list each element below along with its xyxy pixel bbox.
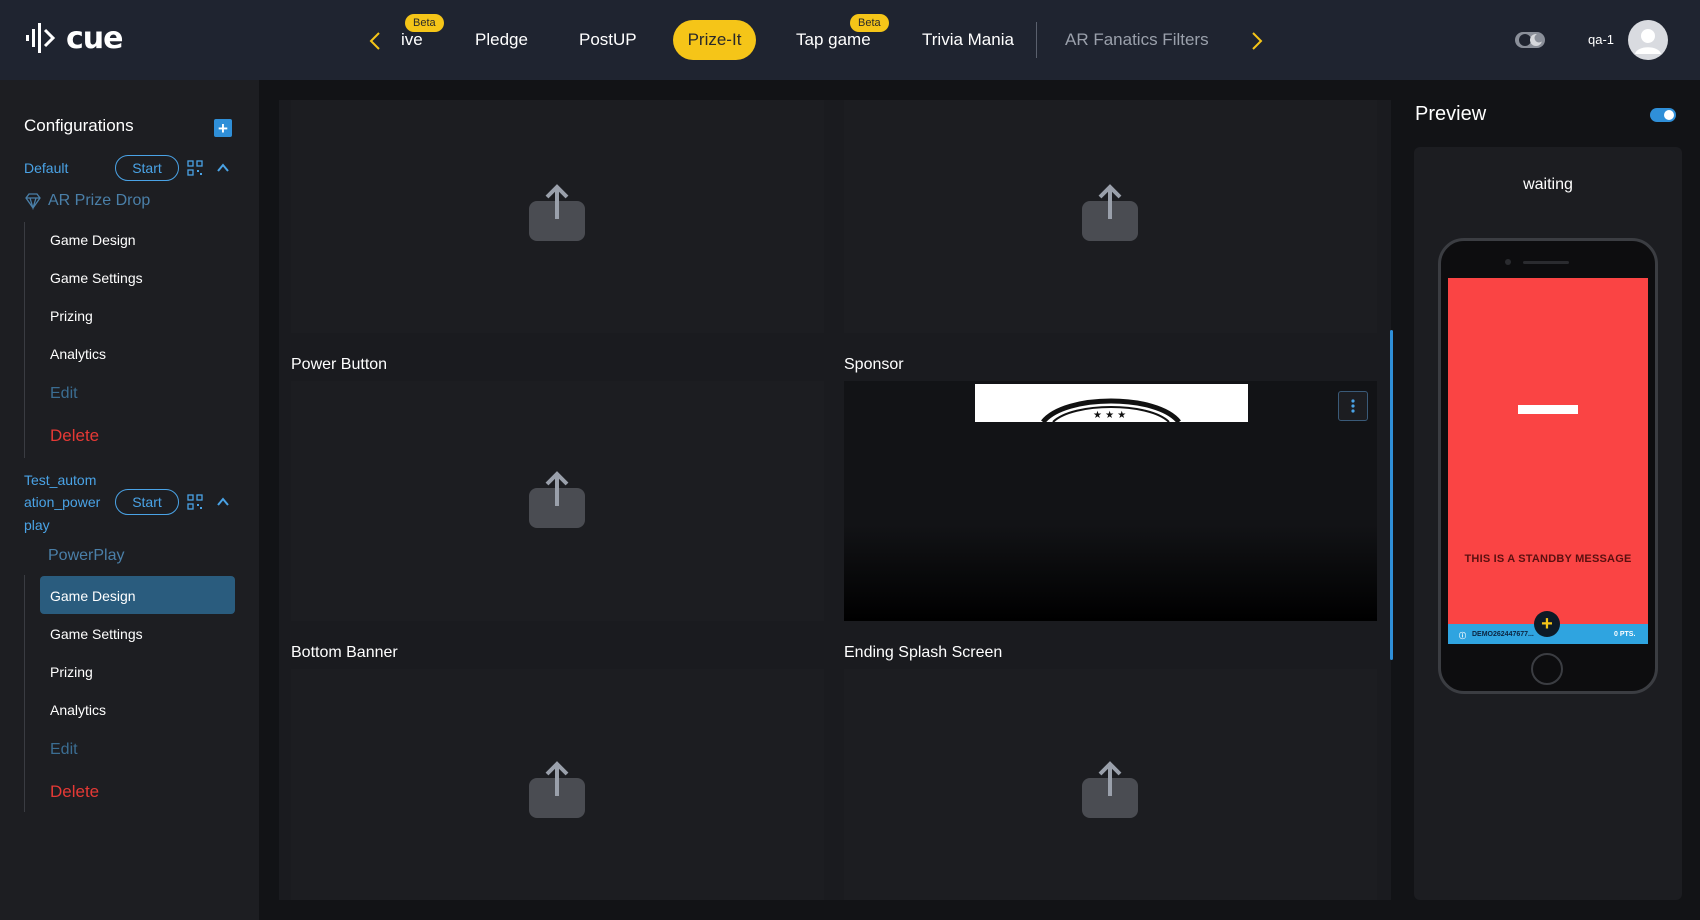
phone-speaker (1523, 261, 1569, 264)
phone-home-button (1531, 653, 1563, 685)
user-icon (1635, 29, 1661, 54)
game-type-powerplay[interactable]: PowerPlay (48, 547, 124, 565)
info-icon: ⓘ (1459, 633, 1466, 640)
sidebar-item-analytics[interactable]: Analytics (50, 346, 106, 362)
upload-icon[interactable] (1082, 760, 1138, 818)
preview-toggle[interactable] (1650, 108, 1676, 122)
sidebar-item-game-design[interactable]: Game Design (50, 232, 136, 248)
diamond-icon (25, 193, 41, 210)
kebab-menu-icon (1351, 399, 1355, 413)
qr-code-icon[interactable] (187, 160, 203, 176)
sound-wave-icon (26, 23, 56, 53)
start-button[interactable]: Start (115, 155, 179, 181)
sidebar-item-prizing[interactable]: Prizing (50, 664, 93, 680)
chevron-right-icon (1252, 32, 1263, 50)
game-type-label: PowerPlay (48, 547, 125, 564)
delete-config-link[interactable]: Delete (50, 782, 99, 802)
dark-mode-toggle-icon (1515, 32, 1545, 48)
upload-icon[interactable] (529, 760, 585, 818)
preview-title: Preview (1415, 103, 1487, 125)
theme-toggle[interactable] (1514, 30, 1548, 55)
sidebar-item-game-design[interactable]: Game Design (50, 588, 136, 604)
tab-prize-it[interactable]: Prize-It (673, 20, 756, 60)
more-options-button[interactable] (1338, 391, 1368, 421)
tab-ar-fanatics-filters[interactable]: AR Fanatics Filters (1065, 20, 1209, 60)
tree-line (24, 222, 25, 458)
cue-logo[interactable]: cue (24, 20, 123, 56)
sidebar-item-game-settings[interactable]: Game Settings (50, 626, 143, 642)
chevron-up-icon[interactable] (216, 495, 230, 509)
sponsor-seal-graphic: ★ ★ ★ (1041, 398, 1181, 422)
add-configuration-button[interactable]: + (214, 119, 232, 137)
delete-config-link[interactable]: Delete (50, 426, 99, 446)
sidebar-item-game-settings[interactable]: Game Settings (50, 270, 143, 286)
tree-line (24, 575, 25, 812)
upload-icon[interactable] (529, 183, 585, 241)
phone-screen (1448, 278, 1648, 644)
sidebar-item-prizing[interactable]: Prizing (50, 308, 93, 324)
nav-next-arrow[interactable] (1245, 26, 1269, 56)
config-name-default[interactable]: Default (24, 157, 68, 179)
section-label-ending-splash-screen: Ending Splash Screen (844, 644, 1003, 661)
tab-trivia-mania[interactable]: Trivia Mania (922, 20, 1014, 60)
edit-config-link[interactable]: Edit (50, 741, 78, 759)
content-scrollbar[interactable] (1390, 330, 1393, 660)
config-name-line-2[interactable]: ation_power (24, 491, 100, 513)
phone-sponsor-banner (1518, 405, 1578, 414)
top-navigation-bar: cue Beta ive Pledge PostUP Prize-It Beta… (0, 0, 1700, 80)
sponsor-logo-image: ★ ★ ★ (975, 384, 1248, 422)
section-label-bottom-banner: Bottom Banner (291, 644, 398, 661)
standby-message: THIS IS A STANDBY MESSAGE (1464, 553, 1632, 565)
upload-icon[interactable] (1082, 183, 1138, 241)
section-label-power-button: Power Button (291, 356, 388, 373)
config-name-line-1[interactable]: Test_autom (24, 469, 96, 491)
start-button[interactable]: Start (115, 489, 179, 515)
edit-config-link[interactable]: Edit (50, 385, 78, 403)
qr-code-icon[interactable] (187, 494, 203, 510)
phone-footer-id: DEMO262447677... (1472, 631, 1534, 638)
phone-plus-icon: + (1534, 611, 1560, 637)
user-avatar[interactable] (1628, 20, 1668, 60)
upload-icon[interactable] (529, 470, 585, 528)
tab-pledge[interactable]: Pledge (475, 20, 528, 60)
sidebar-item-analytics[interactable]: Analytics (50, 702, 106, 718)
chevron-left-icon (369, 32, 380, 50)
svg-text:★ ★ ★: ★ ★ ★ (1093, 410, 1126, 421)
game-type-label: AR Prize Drop (48, 192, 151, 209)
tab-ive[interactable]: ive (401, 20, 423, 60)
tab-tap-game[interactable]: Tap game (796, 20, 871, 60)
preview-status: waiting (1523, 176, 1573, 193)
section-label-sponsor: Sponsor (844, 356, 904, 373)
nav-divider (1036, 22, 1037, 58)
logo-text: cue (66, 20, 123, 56)
username-label: qa-1 (1588, 32, 1615, 47)
game-type-ar-prize-drop[interactable]: AR Prize Drop (24, 192, 150, 210)
nav-prev-arrow[interactable] (363, 26, 387, 56)
tab-postup[interactable]: PostUP (579, 20, 637, 60)
phone-footer-points: 0 PTS. (1614, 631, 1636, 638)
config-name-line-3[interactable]: play (24, 514, 50, 536)
chevron-up-icon[interactable] (216, 161, 230, 175)
phone-camera (1505, 259, 1511, 265)
configurations-heading: Configurations (24, 116, 134, 135)
